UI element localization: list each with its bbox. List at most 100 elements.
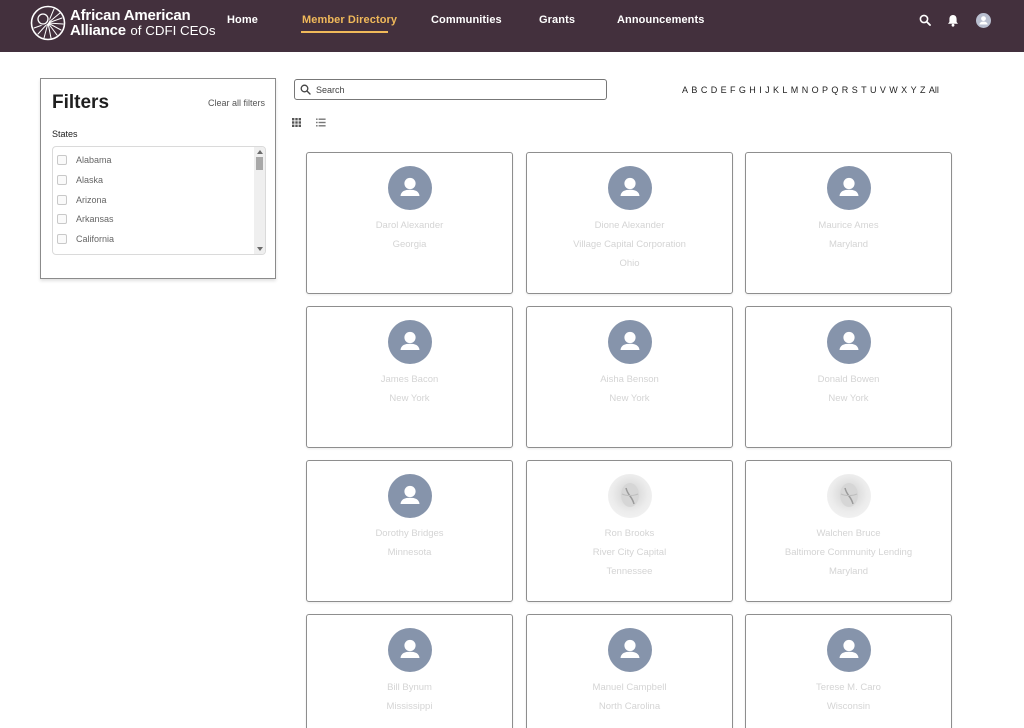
nav-member-directory[interactable]: Member Directory — [302, 14, 397, 26]
member-card[interactable]: Bill Bynum Mississippi — [306, 614, 513, 728]
default-user-icon — [388, 474, 432, 518]
alphabet-letter-n[interactable]: N — [802, 85, 809, 95]
search-icon[interactable] — [919, 14, 931, 26]
alphabet-letter-j[interactable]: J — [765, 85, 770, 95]
logo-line-2-small: of CDFI CEOs — [130, 23, 216, 38]
state-option-california[interactable]: California — [57, 232, 114, 246]
member-state: Maryland — [828, 239, 869, 250]
member-card[interactable]: Donald Bowen New York — [745, 306, 952, 448]
filters-title: Filters — [52, 92, 110, 113]
member-card[interactable]: Dorothy Bridges Minnesota — [306, 460, 513, 602]
alphabet-letter-a[interactable]: A — [682, 85, 688, 95]
nav-communities[interactable]: Communities — [431, 14, 502, 26]
alphabet-letter-k[interactable]: K — [773, 85, 779, 95]
member-photo — [827, 474, 871, 518]
member-search[interactable] — [294, 79, 607, 100]
list-view-icon[interactable] — [316, 118, 326, 127]
alphabet-letter-i[interactable]: I — [759, 85, 762, 95]
scroll-down-arrow-icon[interactable] — [257, 247, 263, 251]
alphabet-letter-m[interactable]: M — [791, 85, 799, 95]
alphabet-letter-q[interactable]: Q — [831, 85, 838, 95]
state-checkbox[interactable] — [57, 195, 67, 205]
alphabet-letter-l[interactable]: L — [782, 85, 787, 95]
state-option-arkansas[interactable]: Arkansas — [57, 212, 114, 226]
alphabet-letter-p[interactable]: P — [822, 85, 828, 95]
member-org: Village Capital Corporation — [573, 239, 686, 250]
default-user-icon — [388, 166, 432, 210]
default-user-icon — [388, 628, 432, 672]
alphabet-letter-w[interactable]: W — [889, 85, 898, 95]
member-name: Ron Brooks — [604, 528, 655, 539]
state-option-arizona[interactable]: Arizona — [57, 193, 107, 207]
default-user-icon — [827, 320, 871, 364]
member-card[interactable]: Terese M. Caro Wisconsin — [745, 614, 952, 728]
logo-line-2: Alliance — [70, 22, 126, 39]
alphabet-letter-b[interactable]: B — [691, 85, 697, 95]
alphabet-filter: A B C D E F G H I J K L M N O P Q R S T U V W X Y Z All — [682, 85, 942, 95]
member-card[interactable]: Dione Alexander Village Capital Corporati… — [526, 152, 733, 294]
search-input[interactable] — [316, 82, 600, 97]
member-name: Terese M. Caro — [816, 682, 881, 693]
alliance-logo[interactable] — [30, 5, 66, 41]
member-state: Mississippi — [386, 701, 433, 712]
default-user-icon — [827, 628, 871, 672]
alphabet-letter-s[interactable]: S — [852, 85, 858, 95]
state-name: Arizona — [76, 195, 107, 205]
alphabet-letter-z[interactable]: Z — [920, 85, 926, 95]
states-label: States — [52, 129, 78, 139]
member-card[interactable]: Aisha Benson New York — [526, 306, 733, 448]
state-name: Arkansas — [76, 214, 114, 224]
alphabet-letter-f[interactable]: F — [730, 85, 736, 95]
alphabet-letter-t[interactable]: T — [861, 85, 867, 95]
state-option-alaska[interactable]: Alaska — [57, 173, 103, 187]
member-name: Dione Alexander — [594, 220, 665, 231]
alphabet-letter-u[interactable]: U — [870, 85, 877, 95]
member-card[interactable]: Darol Alexander Georgia — [306, 152, 513, 294]
nav-announcements[interactable]: Announcements — [617, 14, 704, 26]
alphabet-letter-g[interactable]: G — [739, 85, 746, 95]
nav-grants[interactable]: Grants — [539, 14, 575, 26]
grid-view-icon[interactable] — [292, 118, 301, 127]
member-card[interactable]: Maurice Ames Maryland — [745, 152, 952, 294]
filters-panel: Filters Clear all filters States Alabama… — [40, 78, 276, 279]
alphabet-letter-r[interactable]: R — [842, 85, 849, 95]
alphabet-letter-e[interactable]: E — [721, 85, 727, 95]
state-checkbox[interactable] — [57, 234, 67, 244]
alphabet-letter-y[interactable]: Y — [911, 85, 917, 95]
member-card[interactable]: Manuel Campbell North Carolina — [526, 614, 733, 728]
member-card[interactable]: James Bacon New York — [306, 306, 513, 448]
state-checkbox[interactable] — [57, 175, 67, 185]
alphabet-letter-c[interactable]: C — [701, 85, 708, 95]
member-card[interactable]: Walchen Bruce Baltimore Community Lending… — [745, 460, 952, 602]
member-state: Tennessee — [606, 566, 653, 577]
bell-icon[interactable] — [947, 14, 959, 27]
state-checkbox[interactable] — [57, 155, 67, 165]
user-avatar-icon[interactable] — [976, 13, 991, 28]
states-scrollbar[interactable] — [254, 147, 265, 254]
alphabet-letter-all[interactable]: All — [929, 85, 939, 95]
member-name: Walchen Bruce — [816, 528, 881, 539]
default-user-icon — [827, 166, 871, 210]
default-user-icon — [608, 166, 652, 210]
alphabet-letter-o[interactable]: O — [812, 85, 819, 95]
scrollbar-thumb[interactable] — [256, 157, 263, 170]
member-name: Aisha Benson — [600, 374, 659, 385]
state-name: Alaska — [76, 175, 104, 185]
member-state: New York — [828, 393, 869, 404]
nav-home[interactable]: Home — [227, 14, 258, 26]
member-state: Ohio — [619, 258, 640, 269]
alphabet-letter-d[interactable]: D — [711, 85, 718, 95]
member-org: Baltimore Community Lending — [784, 547, 913, 558]
alphabet-letter-v[interactable]: V — [880, 85, 886, 95]
state-checkbox[interactable] — [57, 214, 67, 224]
state-option-alabama[interactable]: Alabama — [57, 153, 112, 167]
search-icon — [300, 84, 311, 95]
logo-wordmark[interactable]: African American Alliance of CDFI CEOs — [70, 8, 216, 38]
member-card[interactable]: Ron Brooks River City Capital Tennessee — [526, 460, 733, 602]
scroll-up-arrow-icon[interactable] — [257, 150, 263, 154]
alphabet-letter-h[interactable]: H — [749, 85, 756, 95]
alphabet-letter-x[interactable]: X — [901, 85, 907, 95]
states-list[interactable]: Alabama Alaska Arizona Arkansas Californ… — [52, 146, 266, 255]
top-navbar: African American Alliance of CDFI CEOs H… — [0, 0, 1024, 52]
clear-all-filters-link[interactable]: Clear all filters — [208, 98, 265, 108]
